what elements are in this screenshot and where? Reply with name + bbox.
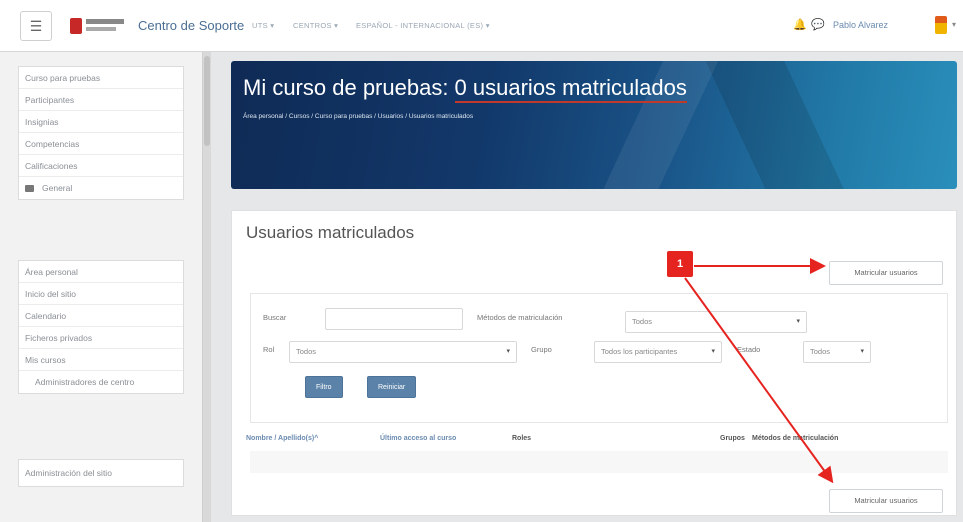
table-empty-row [250, 451, 948, 473]
page-title-prefix: Mi curso de pruebas: [243, 75, 455, 100]
drawer-item-private-files[interactable]: Ficheros privados [19, 327, 183, 349]
drawer-item-calendar[interactable]: Calendario [19, 305, 183, 327]
drawer-item-dashboard[interactable]: Área personal [19, 261, 183, 283]
admin-nav-panel: Administración del sitio [18, 459, 184, 487]
course-nav-panel: Curso para pruebas Participantes Insigni… [18, 66, 184, 200]
search-label: Buscar [263, 313, 287, 322]
user-avatar[interactable] [935, 16, 947, 34]
folder-icon [25, 185, 34, 193]
drawer-scrollbar[interactable] [203, 52, 211, 522]
drawer-item-competencies[interactable]: Competencias [19, 133, 183, 155]
site-logo[interactable] [70, 16, 126, 36]
step-badge: 1 [667, 251, 693, 277]
role-select[interactable]: Todos ▾ [289, 341, 517, 363]
role-select-value: Todos [296, 347, 317, 356]
page-header: Mi curso de pruebas: 0 usuarios matricul… [231, 61, 957, 189]
drawer-item-participants[interactable]: Participantes [19, 89, 183, 111]
drawer-item-my-courses[interactable]: Mis cursos [19, 349, 183, 371]
bell-icon[interactable]: 🔔 [793, 18, 807, 31]
col-last-access[interactable]: Último acceso al curso [380, 435, 456, 442]
menu-language[interactable]: ESPAÑOL - INTERNACIONAL (ES) ▾ [356, 21, 490, 30]
user-name[interactable]: Pablo Alvarez [833, 20, 888, 30]
reset-button[interactable]: Reiniciar [367, 376, 417, 398]
menu-uts[interactable]: UTS ▾ [252, 21, 274, 30]
menu-centros[interactable]: CENTROS ▾ [293, 21, 338, 30]
breadcrumb[interactable]: Área personal / Cursos / Curso para prue… [243, 113, 473, 120]
chevron-down-icon[interactable]: ▾ [952, 20, 956, 29]
drawer-item-site-home[interactable]: Inicio del sitio [19, 283, 183, 305]
drawer-item-site-admin[interactable]: Administración del sitio [19, 460, 183, 486]
enrol-users-button-top[interactable]: Matricular usuarios [829, 261, 943, 285]
section-title: Usuarios matriculados [246, 223, 415, 242]
methods-select-value: Todos [632, 317, 653, 326]
drawer-item-general[interactable]: General [19, 177, 183, 199]
filter-form: Buscar Métodos de matriculación Todos ▾ R… [250, 293, 948, 423]
group-select-value: Todos los participantes [601, 347, 678, 356]
chevron-down-icon: ▾ [796, 318, 800, 325]
group-label: Grupo [531, 345, 552, 354]
chat-icon[interactable]: 💬 [811, 18, 825, 31]
col-enrol-methods: Métodos de matriculación [752, 435, 839, 442]
group-select[interactable]: Todos los participantes ▾ [594, 341, 722, 363]
site-nav-panel: Área personal Inicio del sitio Calendari… [18, 260, 184, 394]
drawer-item-badges[interactable]: Insignias [19, 111, 183, 133]
drawer-item-general-label: General [42, 183, 73, 193]
search-input[interactable] [325, 308, 463, 330]
top-navbar: ☰ Centro de Soporte UTS ▾ CENTROS ▾ ESPA… [0, 0, 963, 52]
status-label: Estado [737, 345, 761, 354]
enrol-users-button-bottom[interactable]: Matricular usuarios [829, 489, 943, 513]
role-label: Rol [263, 345, 275, 354]
page-title-highlight: 0 usuarios matriculados [454, 75, 687, 103]
page-title: Mi curso de pruebas: 0 usuarios matricul… [243, 75, 687, 103]
enrolled-users-card: Usuarios matriculados Matricular usuario… [231, 210, 957, 516]
site-name[interactable]: Centro de Soporte [138, 18, 244, 33]
chevron-down-icon: ▾ [506, 348, 510, 355]
drawer-item-course[interactable]: Curso para pruebas [19, 67, 183, 89]
drawer-item-grades[interactable]: Calificaciones [19, 155, 183, 177]
col-roles: Roles [512, 435, 532, 442]
chevron-down-icon: ▾ [711, 348, 715, 355]
chevron-down-icon: ▾ [860, 348, 864, 355]
hamburger-icon[interactable]: ☰ [20, 11, 52, 41]
status-select[interactable]: Todos ▾ [803, 341, 871, 363]
filter-button[interactable]: Filtro [305, 376, 343, 398]
nav-drawer: Curso para pruebas Participantes Insigni… [0, 52, 203, 522]
methods-select[interactable]: Todos ▾ [625, 311, 807, 333]
col-name[interactable]: Nombre / Apellido(s)^ [246, 435, 318, 442]
drawer-item-centre-admins[interactable]: Administradores de centro [19, 371, 183, 393]
methods-label: Métodos de matriculación [477, 313, 563, 322]
status-select-value: Todos [810, 347, 831, 356]
col-groups: Grupos [720, 435, 745, 442]
